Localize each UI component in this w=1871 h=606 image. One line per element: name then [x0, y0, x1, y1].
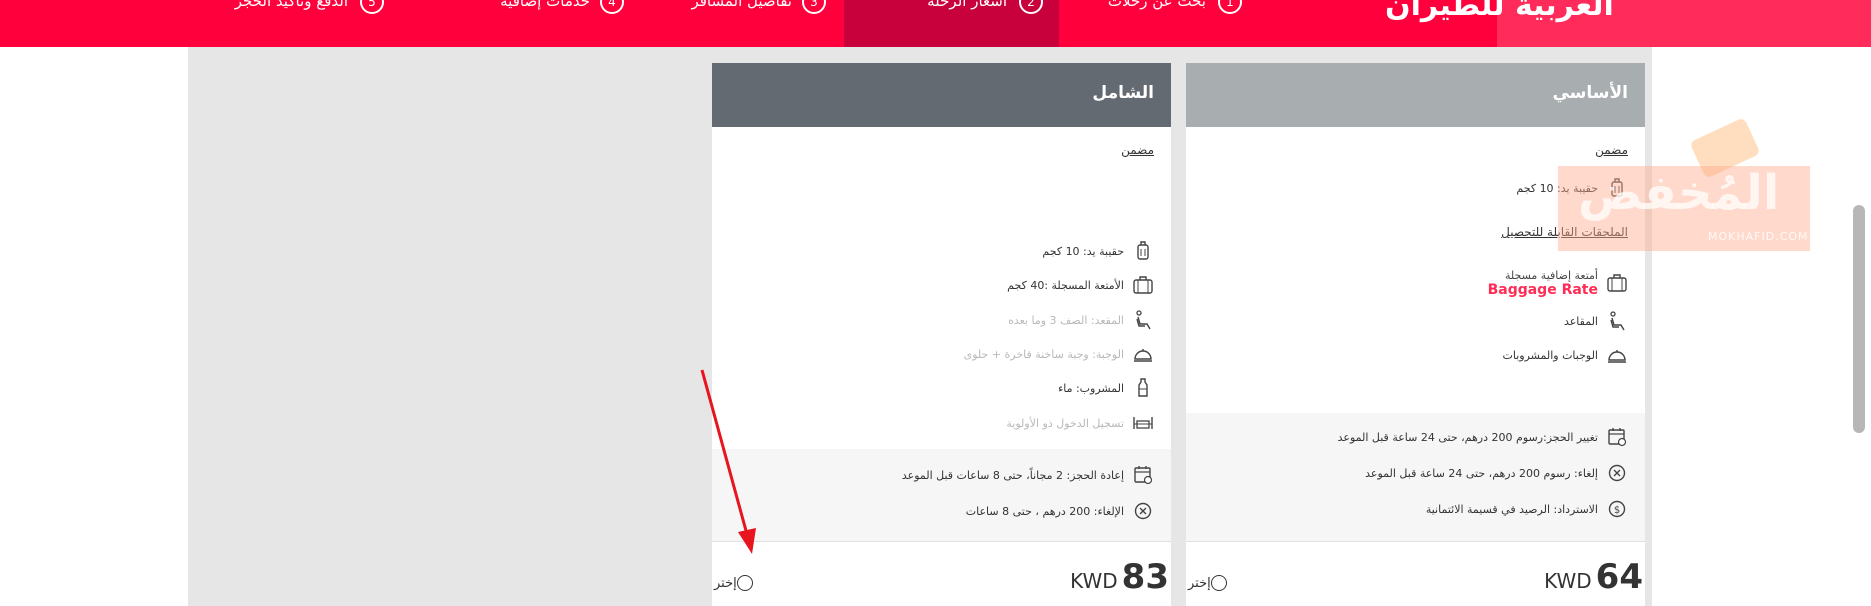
- fare-title: الأساسي: [1552, 83, 1628, 103]
- benefit-label: المقعد: الصف 3 وما بعده: [1008, 313, 1124, 327]
- select-label: إختر: [714, 575, 737, 591]
- policy-label: الاسترداد: الرصيد في قسيمة الائتمانية: [1425, 502, 1598, 516]
- step-label: خدمات إضافية: [500, 0, 590, 10]
- addon-label: المقاعد: [1563, 314, 1598, 328]
- addon-row: الوجبات والمشروبات: [1503, 343, 1628, 367]
- fare-card-basic: الأساسي مضمن حقيبة يد: 10 كجم الملحقات ا…: [1186, 63, 1645, 606]
- divider: [1186, 541, 1645, 542]
- benefit-label: الأمتعة المسجلة :40 كجم: [1007, 278, 1124, 292]
- refund-dollar-icon: $: [1606, 498, 1628, 520]
- policy-row: $ الاسترداد: الرصيد في قسيمة الائتمانية: [1426, 497, 1628, 521]
- fare-radio-button[interactable]: [1210, 575, 1227, 591]
- policy-row: تغيير الحجز:رسوم 200 درهم، حتى 24 ساعة ق…: [1338, 425, 1628, 449]
- step-number: 2: [1019, 0, 1043, 14]
- price-currency: KWD: [1544, 569, 1592, 593]
- step-payment-confirmation[interactable]: الدفع وتأكيد الحجز 5: [235, 0, 400, 47]
- benefit-row: المشروب: ماء: [1058, 376, 1154, 400]
- benefit-row: المقعد: الصف 3 وما بعده: [1008, 308, 1154, 332]
- addon-text: أمتعة إضافية مسجلة Baggage Rate: [1488, 269, 1598, 298]
- fare-card-inclusive: الشامل مضمن حقيبة يد: 10 كجم الأمتعة الم…: [712, 63, 1171, 606]
- step-label: أسعار الرحلة: [927, 0, 1007, 10]
- step-number: 1: [1218, 0, 1242, 14]
- baggage-rate-link[interactable]: Baggage Rate: [1488, 282, 1598, 298]
- svg-text:$: $: [1614, 505, 1620, 516]
- included-section-title: مضمن: [1595, 143, 1628, 157]
- benefit-row: الوجبة: وجبة ساخنة فاخرة + حلوى: [964, 342, 1154, 366]
- step-search-flights[interactable]: بحث عن رحلات 1: [1068, 0, 1258, 47]
- arrow-head: [738, 528, 756, 554]
- benefit-row: الأمتعة المسجلة :40 كجم: [1007, 273, 1154, 297]
- select-label: إختر: [1188, 575, 1211, 591]
- benefit-row: تسجيل الدخول ذو الأولوية: [1006, 411, 1154, 435]
- watermark-text: المُخفض: [1578, 165, 1780, 221]
- addon-label: أمتعة إضافية مسجلة: [1504, 268, 1598, 282]
- fare-price: KWD 83: [1070, 557, 1169, 597]
- page: العربية للطيران بحث عن رحلات 1 أسعار الر…: [0, 0, 1871, 606]
- fare-title: الشامل: [1092, 83, 1154, 103]
- policy-label: إعادة الحجز: 2 مجاناً، حتى 8 ساعات قبل ا…: [901, 468, 1124, 482]
- policy-row: الإلغاء: 200 درهم ، حتى 8 ساعات: [966, 499, 1154, 523]
- carry-on-bag-icon: [1132, 240, 1154, 262]
- step-flight-fares[interactable]: أسعار الرحلة 2: [844, 0, 1059, 47]
- step-number: 4: [600, 0, 624, 14]
- seat-icon: [1606, 310, 1628, 332]
- policy-label: الإلغاء: 200 درهم ، حتى 8 ساعات: [965, 504, 1124, 518]
- select-fare-basic[interactable]: إختر: [1188, 575, 1235, 591]
- benefit-label: الوجبة: وجبة ساخنة فاخرة + حلوى: [963, 347, 1124, 361]
- select-fare-inclusive[interactable]: إختر: [714, 575, 761, 591]
- addon-row: المقاعد: [1564, 309, 1628, 333]
- step-extra-services[interactable]: خدمات إضافية 4: [470, 0, 640, 47]
- price-currency: KWD: [1070, 569, 1118, 593]
- step-label: تفاصيل المسافر: [691, 0, 792, 10]
- step-label: الدفع وتأكيد الحجز: [234, 0, 348, 10]
- price-amount: 83: [1121, 557, 1169, 597]
- fare-radio-button[interactable]: [736, 575, 753, 591]
- calendar-change-icon: [1606, 426, 1628, 448]
- watermark-url: MOKHAFID.COM: [1708, 230, 1809, 243]
- meal-cloche-icon: [1606, 344, 1628, 366]
- policy-label: تغيير الحجز:رسوم 200 درهم، حتى 24 ساعة ق…: [1337, 430, 1598, 444]
- fare-card-header: الأساسي: [1186, 63, 1645, 127]
- divider: [712, 541, 1171, 542]
- airline-logo-text: العربية للطيران: [1385, 0, 1614, 23]
- arrow-shaft: [700, 369, 750, 539]
- calendar-change-icon: [1132, 464, 1154, 486]
- policy-row: إعادة الحجز: 2 مجاناً، حتى 8 ساعات قبل ا…: [902, 463, 1154, 487]
- checked-luggage-icon: [1606, 272, 1628, 294]
- seat-icon: [1132, 309, 1154, 331]
- addon-row: أمتعة إضافية مسجلة Baggage Rate: [1488, 263, 1628, 303]
- priority-checkin-icon: [1132, 412, 1154, 434]
- benefit-label: المشروب: ماء: [1058, 381, 1124, 395]
- checked-luggage-icon: [1132, 274, 1154, 296]
- annotation-arrow: [700, 369, 756, 554]
- benefit-row: حقيبة يد: 10 كجم: [1042, 239, 1154, 263]
- cancel-circle-icon: [1606, 462, 1628, 484]
- addon-label: الوجبات والمشروبات: [1502, 348, 1598, 362]
- step-number: 5: [360, 0, 384, 14]
- benefit-label: تسجيل الدخول ذو الأولوية: [1006, 416, 1124, 430]
- bottle-icon: [1132, 377, 1154, 399]
- step-label: بحث عن رحلات: [1107, 0, 1206, 10]
- price-amount: 64: [1595, 557, 1643, 597]
- step-number: 3: [802, 0, 826, 14]
- meal-cloche-icon: [1132, 343, 1154, 365]
- policy-row: إلغاء: رسوم 200 درهم، حتى 24 ساعة قبل ال…: [1365, 461, 1628, 485]
- step-passenger-details[interactable]: تفاصيل المسافر 3: [672, 0, 842, 47]
- included-section-title: مضمن: [1121, 143, 1154, 157]
- cancel-circle-icon: [1132, 500, 1154, 522]
- fare-card-header: الشامل: [712, 63, 1171, 127]
- fare-price: KWD 64: [1544, 557, 1643, 597]
- benefit-label: حقيبة يد: 10 كجم: [1042, 244, 1124, 258]
- scrollbar-thumb[interactable]: [1853, 205, 1865, 433]
- top-navigation-bar: العربية للطيران بحث عن رحلات 1 أسعار الر…: [0, 0, 1871, 47]
- policy-label: إلغاء: رسوم 200 درهم، حتى 24 ساعة قبل ال…: [1365, 466, 1598, 480]
